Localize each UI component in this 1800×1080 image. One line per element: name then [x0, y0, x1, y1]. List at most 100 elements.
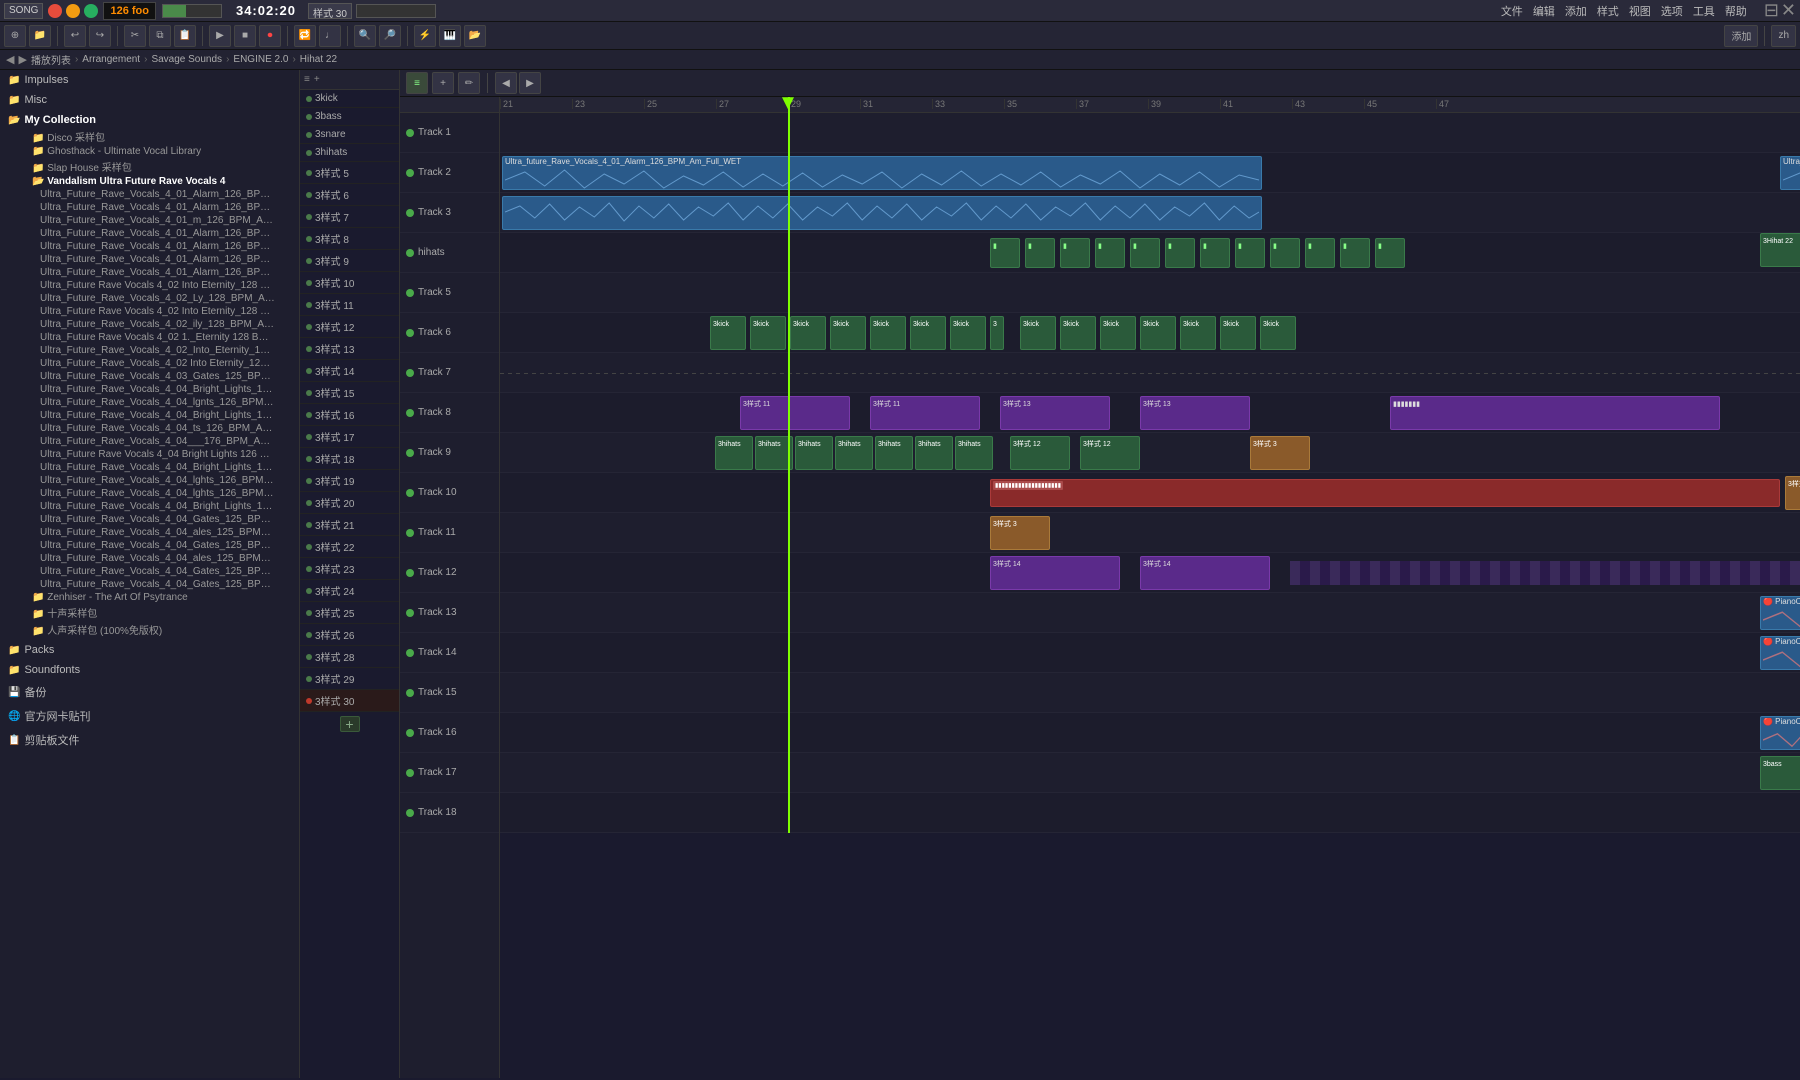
- track-label-8[interactable]: Track 8: [400, 393, 499, 433]
- vf-29[interactable]: Ultra_Future_Rave_Vocals_4_04_ales_125_B…: [0, 552, 299, 565]
- menu-help[interactable]: 帮助: [1720, 3, 1752, 19]
- track-label-10[interactable]: Track 10: [400, 473, 499, 513]
- tb-cut[interactable]: ✂: [124, 25, 146, 47]
- track-label-9[interactable]: Track 9: [400, 433, 499, 473]
- pattern-26[interactable]: 3样式 26: [300, 624, 399, 646]
- clip-t9-4[interactable]: 3hihats: [835, 436, 873, 470]
- pattern-28[interactable]: 3样式 28: [300, 646, 399, 668]
- clip-t6-10[interactable]: 3kick: [1060, 316, 1096, 350]
- clip-t4-5[interactable]: ▮: [1130, 238, 1160, 268]
- seq-left-btn[interactable]: ◀: [495, 72, 517, 94]
- clip-t6-4[interactable]: 3kick: [830, 316, 866, 350]
- browser-item-vandalism[interactable]: 📂 Vandalism Ultra Future Rave Vocals 4: [0, 175, 299, 188]
- vf-24[interactable]: Ultra_Future_Rave_Vocals_4_04_lghts_126_…: [0, 487, 299, 500]
- vf-31[interactable]: Ultra_Future_Rave_Vocals_4_04_Gates_125_…: [0, 578, 299, 591]
- clip-t16-1[interactable]: 🔴 PianoCore - Infinity Impact- 6: [1760, 716, 1800, 750]
- clip-t6-1[interactable]: 3kick: [710, 316, 746, 350]
- tb-redo[interactable]: ↪: [89, 25, 111, 47]
- vf-26[interactable]: Ultra_Future_Rave_Vocals_4_04_Gates_125_…: [0, 513, 299, 526]
- window-restore-icon[interactable]: ⊟: [1764, 0, 1779, 21]
- clip-t4-11[interactable]: ▮: [1340, 238, 1370, 268]
- pattern-add-icon[interactable]: +: [314, 74, 320, 85]
- clip-t4-6[interactable]: ▮: [1165, 238, 1195, 268]
- vf-23[interactable]: Ultra_Future_Rave_Vocals_4_04_lghts_126_…: [0, 474, 299, 487]
- clip-t9-1[interactable]: 3hihats: [715, 436, 753, 470]
- browser-item-slaphouse[interactable]: 📁 Slap House 采样包: [0, 158, 299, 175]
- clip-t8-5[interactable]: ▮▮▮▮▮▮▮: [1390, 396, 1720, 430]
- browser-item-ghosthack[interactable]: 📁 Ghosthack - Ultimate Vocal Library: [0, 145, 299, 158]
- clip-t6-12[interactable]: 3kick: [1140, 316, 1176, 350]
- tb-add[interactable]: 添加: [1724, 25, 1758, 47]
- pattern-20[interactable]: 3样式 20: [300, 492, 399, 514]
- window-minimize[interactable]: [66, 4, 80, 18]
- clip-t12-pattern[interactable]: [1290, 561, 1800, 585]
- clip-t9-3[interactable]: 3hihats: [795, 436, 833, 470]
- vf-14[interactable]: Ultra_Future_Rave_Vocals_4_02 Into Etern…: [0, 357, 299, 370]
- clip-t12-2[interactable]: 3样式 14: [1140, 556, 1270, 590]
- tb-piano[interactable]: 🎹: [439, 25, 461, 47]
- menu-options[interactable]: 选项: [1656, 3, 1688, 19]
- clip-t6-9[interactable]: 3kick: [1020, 316, 1056, 350]
- tb-mixer[interactable]: ⚡: [414, 25, 436, 47]
- seq-right-btn[interactable]: ▶: [519, 72, 541, 94]
- pattern-22[interactable]: 3样式 22: [300, 536, 399, 558]
- window-close-icon[interactable]: ✕: [1781, 0, 1796, 21]
- track-label-14[interactable]: Track 14: [400, 633, 499, 673]
- vf-27[interactable]: Ultra_Future_Rave_Vocals_4_04_ales_125_B…: [0, 526, 299, 539]
- seq-add-btn[interactable]: +: [432, 72, 454, 94]
- clip-t6-6[interactable]: 3kick: [910, 316, 946, 350]
- pattern-add-btn[interactable]: +: [340, 716, 360, 732]
- browser-folder-backup[interactable]: 💾 备份: [0, 682, 299, 702]
- bpm-display[interactable]: 126 foo: [103, 2, 156, 20]
- seq-btn[interactable]: ≡: [406, 72, 428, 94]
- clip-t8-3[interactable]: 3样式 13: [1000, 396, 1110, 430]
- pattern-15[interactable]: 3样式 15: [300, 382, 399, 404]
- path-playlist[interactable]: 播放列表: [31, 52, 71, 67]
- track-label-18[interactable]: Track 18: [400, 793, 499, 833]
- clip-t4-9[interactable]: ▮: [1270, 238, 1300, 268]
- tb-zoom-in[interactable]: 🔍: [354, 25, 376, 47]
- vf-13[interactable]: Ultra_Future_Rave_Vocals_4_02_Into_Etern…: [0, 344, 299, 357]
- tb-open[interactable]: 📁: [29, 25, 51, 47]
- pattern-19[interactable]: 3样式 19: [300, 470, 399, 492]
- vf-2[interactable]: Ultra_Future_Rave_Vocals_4_01_Alarm_126_…: [0, 201, 299, 214]
- clip-t8-1[interactable]: 3样式 11: [740, 396, 850, 430]
- vf-11[interactable]: Ultra_Future_Rave_Vocals_4_02_ily_128_BP…: [0, 318, 299, 331]
- clip-t9-5[interactable]: 3hihats: [875, 436, 913, 470]
- browser-item-zenhiser[interactable]: 📁 Zenhiser - The Art Of Psytrance: [0, 591, 299, 604]
- vf-5[interactable]: Ultra_Future_Rave_Vocals_4_01_Alarm_126_…: [0, 240, 299, 253]
- pattern-30[interactable]: 3样式 30: [300, 690, 399, 712]
- clip-t4-12[interactable]: ▮: [1375, 238, 1405, 268]
- vf-19[interactable]: Ultra_Future_Rave_Vocals_4_04_ts_126_BPM…: [0, 422, 299, 435]
- pattern-24[interactable]: 3样式 24: [300, 580, 399, 602]
- pattern-5[interactable]: 3样式 5: [300, 162, 399, 184]
- browser-folder-mycollection[interactable]: 📂 My Collection: [0, 112, 299, 128]
- tb-browser[interactable]: 📂: [464, 25, 486, 47]
- track-label-6[interactable]: Track 6: [400, 313, 499, 353]
- clip-t4-3[interactable]: ▮: [1060, 238, 1090, 268]
- vf-12[interactable]: Ultra_Future Rave Vocals 4_02 1._Eternit…: [0, 331, 299, 344]
- clip-t4-2[interactable]: ▮: [1025, 238, 1055, 268]
- song-mode-btn[interactable]: SONG: [4, 3, 43, 19]
- pattern-7[interactable]: 3样式 7: [300, 206, 399, 228]
- clip-t6-5[interactable]: 3kick: [870, 316, 906, 350]
- vf-17[interactable]: Ultra_Future_Rave_Vocals_4_04_lgnts_126_…: [0, 396, 299, 409]
- tb-record[interactable]: ⏺: [259, 25, 281, 47]
- clip-t9-8[interactable]: 3样式 12: [1010, 436, 1070, 470]
- clip-t10-1[interactable]: ▮▮▮▮▮▮▮▮▮▮▮▮▮▮▮▮▮▮▮▮: [990, 479, 1780, 507]
- tb-zh[interactable]: zh: [1771, 25, 1796, 47]
- pattern-list-icon[interactable]: ≡: [304, 74, 310, 85]
- browser-folder-misc[interactable]: 📁 Misc: [0, 92, 299, 108]
- menu-view[interactable]: 视图: [1624, 3, 1656, 19]
- vf-21[interactable]: Ultra_Future Rave Vocals 4_04 Bright Lig…: [0, 448, 299, 461]
- tb-paste[interactable]: 📋: [174, 25, 196, 47]
- clip-t8-2[interactable]: 3样式 11: [870, 396, 980, 430]
- track-label-11[interactable]: Track 11: [400, 513, 499, 553]
- menu-tools[interactable]: 工具: [1688, 3, 1720, 19]
- track-label-1[interactable]: Track 1: [400, 113, 499, 153]
- track-label-17[interactable]: Track 17: [400, 753, 499, 793]
- clip-t4-1[interactable]: ▮: [990, 238, 1020, 268]
- pattern-12[interactable]: 3样式 12: [300, 316, 399, 338]
- track-label-3[interactable]: Track 3: [400, 193, 499, 233]
- path-play-icon[interactable]: ▶: [18, 53, 26, 66]
